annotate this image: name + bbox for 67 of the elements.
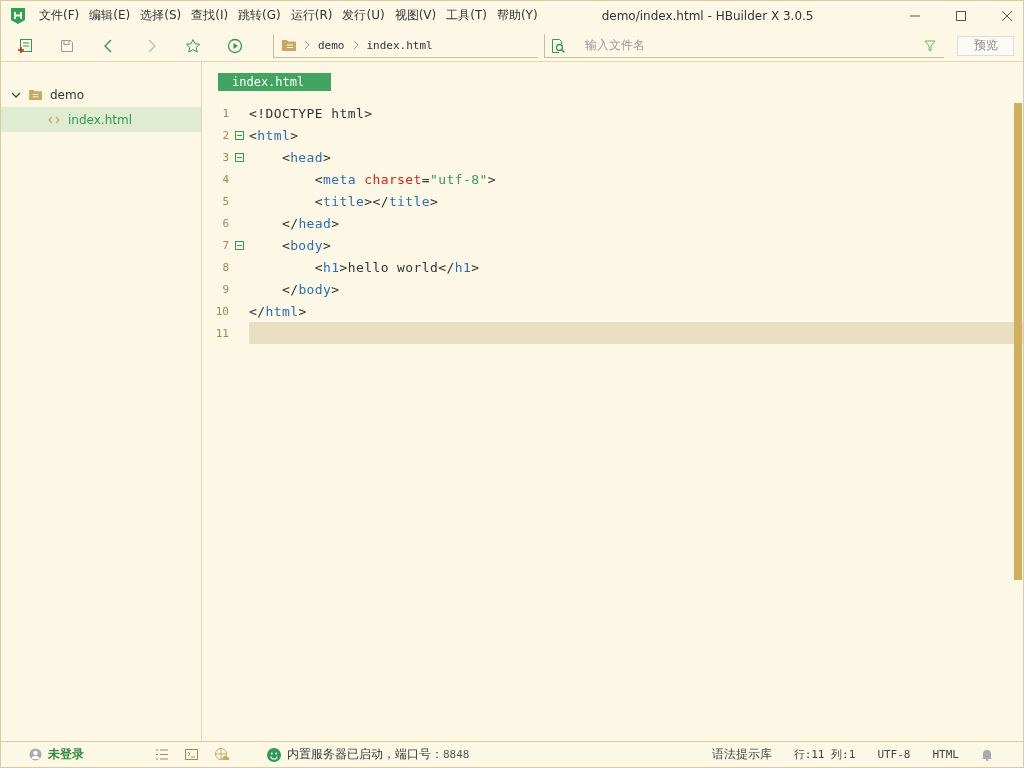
line-number: 8	[221, 260, 229, 274]
line-number: 3	[221, 150, 229, 164]
code-line: </html>	[249, 303, 307, 319]
line-number: 1	[221, 106, 229, 120]
smiley-icon	[267, 747, 281, 762]
fold-icon[interactable]	[234, 240, 244, 250]
tree-item[interactable]: demo	[1, 82, 201, 107]
filter-icon[interactable]	[924, 39, 936, 52]
line-number: 5	[221, 194, 229, 208]
code-file-icon	[48, 115, 60, 124]
file-search-field[interactable]: 输入文件名	[544, 33, 944, 58]
code-line: <body>	[280, 237, 332, 253]
login-status[interactable]: 未登录	[48, 746, 84, 763]
line-number: 10	[214, 304, 229, 318]
code-line: <html>	[249, 127, 299, 143]
breadcrumb-item[interactable]: demo	[318, 38, 345, 52]
code-line: <title></title>	[313, 193, 439, 209]
run-icon[interactable]	[227, 37, 243, 54]
code-line: <h1>hello world</h1>	[313, 259, 480, 275]
code-line: <!DOCTYPE html>	[249, 105, 373, 121]
menu-item[interactable]: 选择(S)	[140, 7, 182, 24]
line-number: 2	[221, 128, 229, 142]
star-icon[interactable]	[185, 37, 201, 54]
code-line: <meta charset="utf-8">	[313, 171, 496, 187]
line-number: 7	[221, 238, 229, 252]
menu-item[interactable]: 运行(R)	[290, 7, 333, 24]
bell-icon[interactable]	[981, 748, 993, 761]
menu-item[interactable]: 编辑(E)	[89, 7, 131, 24]
server-status: 内置服务器已启动，端口号：8848	[287, 746, 470, 763]
menu-item[interactable]: 跳转(G)	[238, 7, 281, 24]
syntax-library-link[interactable]: 语法提示库	[711, 746, 772, 763]
line-number: 11	[214, 326, 229, 340]
list-icon[interactable]	[156, 749, 168, 760]
close-icon[interactable]	[1001, 9, 1013, 22]
app-logo-icon	[10, 6, 26, 25]
preview-button[interactable]: 预览	[957, 35, 1014, 56]
folder-icon	[29, 89, 42, 100]
terminal-icon[interactable]	[185, 749, 198, 760]
fold-icon[interactable]	[234, 152, 244, 162]
fold-icon[interactable]	[234, 130, 244, 140]
chevron-icon	[352, 40, 359, 50]
menu-item[interactable]: 视图(V)	[394, 7, 437, 24]
cursor-position[interactable]: 行:11 列:1	[793, 747, 856, 762]
menu-item[interactable]: 帮助(Y)	[496, 7, 538, 24]
breadcrumb-item[interactable]: index.html	[366, 38, 433, 52]
globe-icon[interactable]	[215, 748, 230, 761]
line-number: 6	[221, 216, 229, 230]
chevron-icon	[304, 40, 310, 50]
menu-item[interactable]: 工具(T)	[446, 7, 487, 24]
folder-icon	[282, 39, 296, 51]
new-file-icon[interactable]	[17, 37, 33, 54]
maximize-icon[interactable]	[955, 9, 967, 22]
search-icon	[550, 37, 566, 54]
menu-item[interactable]: 文件(F)	[39, 7, 80, 24]
menu-item[interactable]: 查找(I)	[191, 7, 229, 24]
code-line: </head>	[280, 215, 340, 231]
line-number: 4	[221, 172, 229, 186]
code-line: <head>	[280, 149, 332, 165]
code-line: </body>	[280, 281, 340, 297]
line-number: 9	[221, 282, 229, 296]
user-icon[interactable]	[29, 748, 42, 761]
window-title: demo/index.html - HBuilder X 3.0.5	[601, 8, 814, 23]
scrollbar[interactable]	[1014, 103, 1022, 580]
menu-item[interactable]: 发行(U)	[342, 7, 385, 24]
save-icon[interactable]	[59, 37, 75, 54]
language-label[interactable]: HTML	[932, 748, 959, 761]
encoding-label[interactable]: UTF-8	[877, 748, 911, 761]
